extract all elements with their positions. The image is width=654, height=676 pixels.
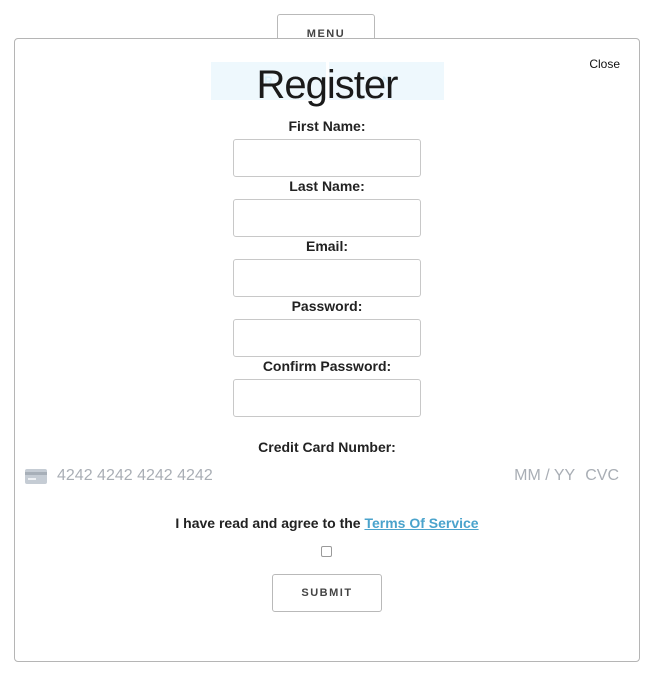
modal-title: Register xyxy=(256,63,399,107)
email-label: Email: xyxy=(305,238,348,254)
terms-text: I have read and agree to the Terms Of Se… xyxy=(15,515,639,531)
last-name-input[interactable] xyxy=(233,199,421,237)
first-name-input[interactable] xyxy=(233,139,421,177)
card-cvc-placeholder[interactable]: CVC xyxy=(585,467,619,485)
page: MENU R N Close Register First Name: Last… xyxy=(0,0,654,676)
terms-prefix: I have read and agree to the xyxy=(175,515,365,531)
card-expiry-placeholder[interactable]: MM / YY xyxy=(514,467,575,485)
password-input[interactable] xyxy=(233,319,421,357)
email-input[interactable] xyxy=(233,259,421,297)
password-label: Password: xyxy=(291,298,363,314)
terms-of-service-link[interactable]: Terms Of Service xyxy=(364,515,478,531)
last-name-label: Last Name: xyxy=(289,178,365,194)
first-name-label: First Name: xyxy=(288,118,366,134)
card-number-placeholder[interactable]: 4242 4242 4242 4242 xyxy=(57,467,514,485)
credit-card-label: Credit Card Number: xyxy=(258,439,396,455)
confirm-password-input[interactable] xyxy=(233,379,421,417)
credit-card-field[interactable]: 4242 4242 4242 4242 MM / YY CVC xyxy=(25,465,619,487)
confirm-password-label: Confirm Password: xyxy=(262,358,392,374)
submit-button[interactable]: SUBMIT xyxy=(272,574,382,612)
register-modal: R N Close Register First Name: Last Name… xyxy=(14,38,640,662)
credit-card-icon xyxy=(25,468,47,484)
terms-checkbox[interactable] xyxy=(321,546,332,557)
